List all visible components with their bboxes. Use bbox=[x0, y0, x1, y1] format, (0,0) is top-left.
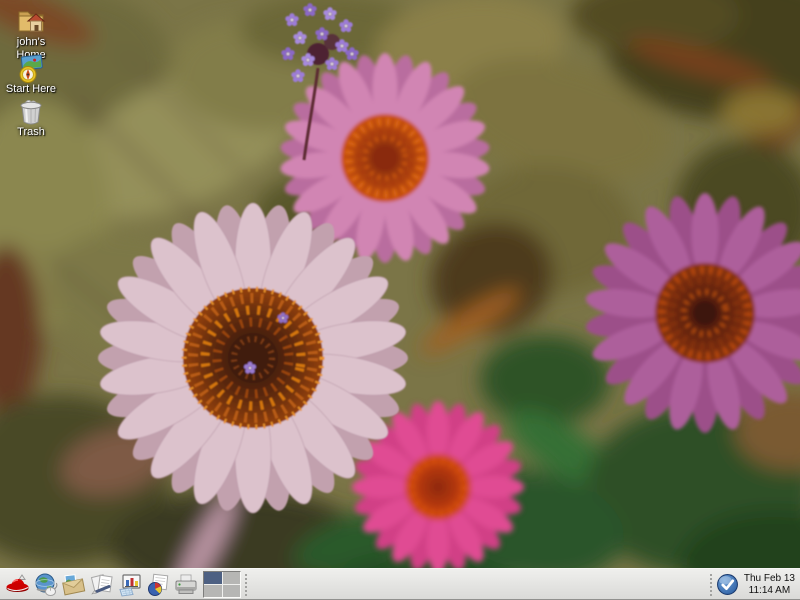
workspace-1[interactable] bbox=[204, 572, 222, 584]
printer-icon bbox=[173, 572, 199, 598]
desktop-icon-label: Trash bbox=[2, 126, 60, 139]
desktop-icon-start-here[interactable]: Start Here bbox=[2, 53, 60, 96]
update-check-icon bbox=[716, 573, 739, 596]
desktop-icon-label: Start Here bbox=[2, 83, 60, 96]
workspace-2[interactable] bbox=[223, 572, 241, 584]
workspace-4[interactable] bbox=[223, 585, 241, 597]
web-browser-button[interactable] bbox=[32, 571, 59, 598]
notification-area-drag-handle[interactable] bbox=[710, 574, 712, 596]
start-here-icon bbox=[15, 53, 47, 83]
envelope-photo-icon bbox=[61, 572, 87, 598]
bottom-panel: Thu Feb 13 11:14 AM bbox=[0, 568, 800, 600]
word-processor-button[interactable] bbox=[88, 571, 115, 598]
globe-mouse-icon bbox=[33, 572, 59, 598]
spreadsheet-button[interactable] bbox=[116, 571, 143, 598]
wallpaper-flowers-photo bbox=[0, 0, 800, 600]
trash-icon bbox=[14, 96, 48, 126]
pie-chart-document-icon bbox=[145, 572, 171, 598]
red-hat-menu-icon bbox=[5, 572, 31, 598]
presentation-button[interactable] bbox=[144, 571, 171, 598]
window-list-drag-handle[interactable] bbox=[245, 574, 247, 596]
desktop-icon-trash[interactable]: Trash bbox=[2, 96, 60, 139]
documents-pen-icon bbox=[89, 572, 115, 598]
clock-date: Thu Feb 13 bbox=[744, 573, 795, 585]
panel-launchers bbox=[0, 571, 199, 598]
print-manager-button[interactable] bbox=[172, 571, 199, 598]
desktop[interactable]: john's Home Start Here Trash bbox=[0, 0, 800, 600]
workspace-switcher bbox=[203, 571, 241, 598]
email-button[interactable] bbox=[60, 571, 87, 598]
home-folder-icon bbox=[14, 3, 48, 36]
clock-time: 11:14 AM bbox=[744, 585, 795, 597]
update-notification-button[interactable] bbox=[716, 573, 739, 596]
workspace-3[interactable] bbox=[204, 585, 222, 597]
main-menu-button[interactable] bbox=[4, 571, 31, 598]
chart-screen-icon bbox=[117, 572, 143, 598]
clock-applet[interactable]: Thu Feb 13 11:14 AM bbox=[742, 573, 800, 596]
